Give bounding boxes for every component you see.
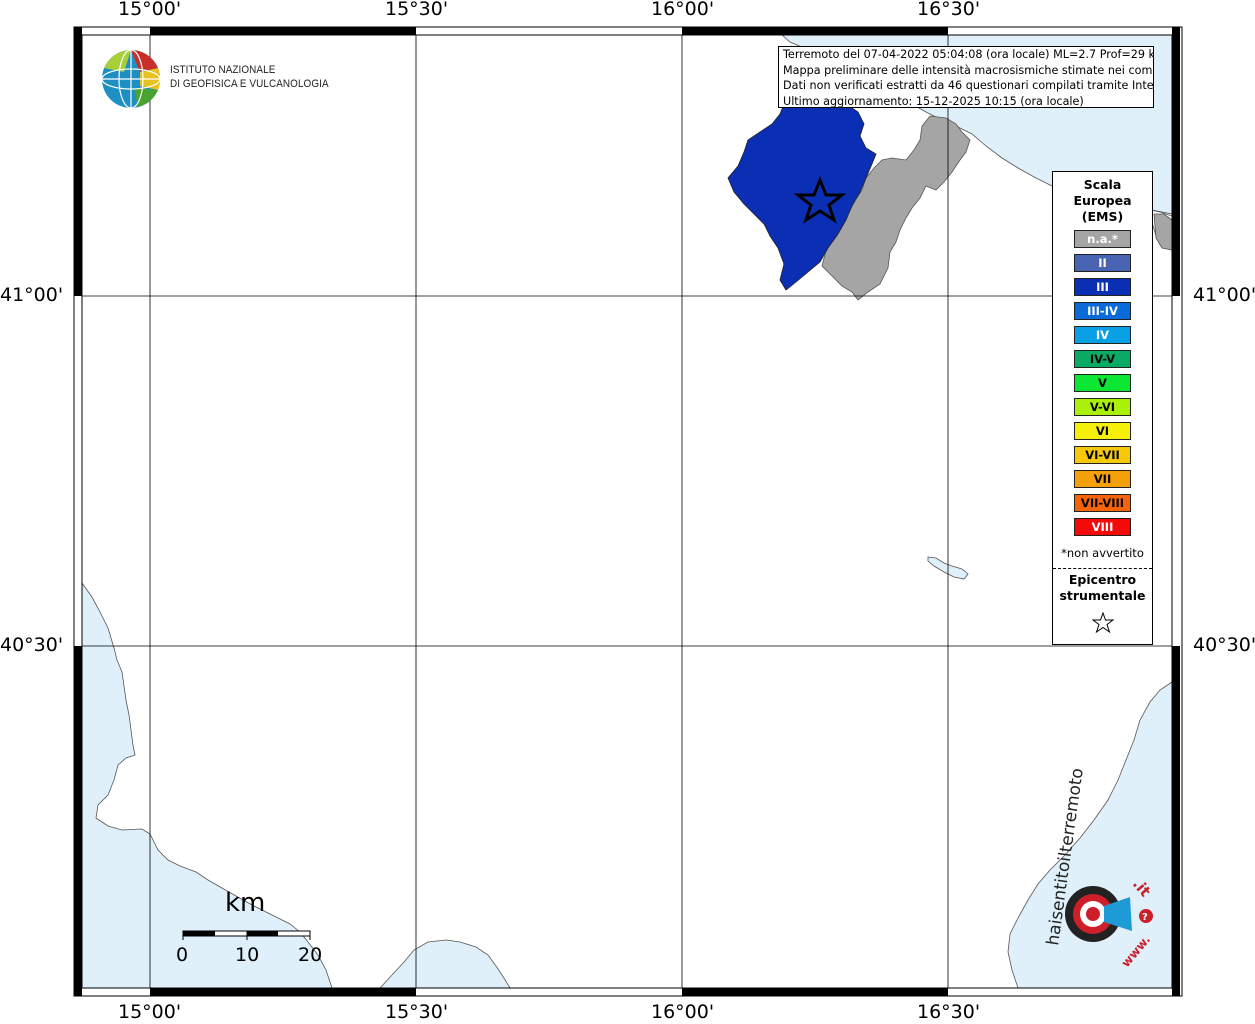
legend-swatch: V [1074,374,1131,392]
legend-swatch: n.a.* [1074,230,1131,248]
legend-swatch: V-VI [1074,398,1131,416]
hsit-question: ? [1142,912,1148,923]
ems-legend: Scala Europea (EMS) n.a.* II III III-IV IV IV… [1052,171,1153,645]
legend-divider [1053,568,1152,569]
scale-tick-0: 0 [176,944,189,966]
lon-label-top-16-00: 16°00' [651,0,715,20]
legend-title: Scala Europea (EMS) [1053,177,1152,225]
scale-tick-20: 20 [298,944,323,966]
lon-label-top-15-30: 15°30' [385,0,449,20]
legend-swatch: VII [1074,470,1131,488]
ingv-name: ISTITUTO NAZIONALE DI GEOFISICA E VULCAN… [170,63,329,91]
legend-swatch: VIII [1074,518,1131,536]
legend-epicenter-title: Epicentro strumentale [1053,572,1152,604]
legend-title-line: Scala [1083,177,1122,192]
lat-label-left-41-00: 41°00' [0,284,64,306]
lon-label-top-15-00: 15°00' [118,0,182,20]
legend-epicenter-line: strumentale [1059,588,1146,603]
legend-swatch: VI [1074,422,1131,440]
legend-epicenter-line: Epicentro [1068,572,1137,587]
legend-swatch: VII-VIII [1074,494,1131,512]
legend-title-line: (EMS) [1081,209,1124,224]
info-line-4: Ultimo aggiornamento: 15-12-2025 10:15 (… [783,94,1084,108]
map-background [82,35,1172,988]
legend-swatch: II [1074,254,1131,272]
lat-label-right-41-00: 41°00' [1193,284,1255,306]
lat-label-left-40-30: 40°30' [0,634,64,656]
info-line-1: Terremoto del 07-04-2022 05:04:08 (ora l… [783,48,1154,61]
info-line-3: Dati non verificati estratti da 46 quest… [783,79,1154,92]
scale-tick-10: 10 [235,944,260,966]
scale-unit: km [225,888,266,918]
event-info-box: Terremoto del 07-04-2022 05:04:08 (ora l… [778,46,1154,108]
legend-swatch: VI-VII [1074,446,1131,464]
legend-swatch: IV-V [1074,350,1131,368]
lon-label-bottom-16-30: 16°30' [917,1001,981,1023]
lon-label-bottom-16-00: 16°00' [651,1001,715,1023]
lon-label-bottom-15-00: 15°00' [118,1001,182,1023]
legend-title-line: Europea [1073,193,1132,208]
legend-swatch: III-IV [1074,302,1131,320]
lon-label-top-16-30: 16°30' [917,0,981,20]
lon-label-bottom-15-30: 15°30' [385,1001,449,1023]
ingv-line1: ISTITUTO NAZIONALE [170,64,276,76]
legend-note: *non avvertito [1061,546,1144,560]
info-line-2: Mappa preliminare delle intensità macros… [783,63,1154,77]
legend-swatch: IV [1074,326,1131,344]
lat-label-right-40-30: 40°30' [1193,634,1255,656]
ingv-globe-icon [101,49,161,109]
legend-star-icon [1092,612,1114,634]
legend-swatch: III [1074,278,1131,296]
ingv-line2: DI GEOFISICA E VULCANOLOGIA [170,78,329,90]
